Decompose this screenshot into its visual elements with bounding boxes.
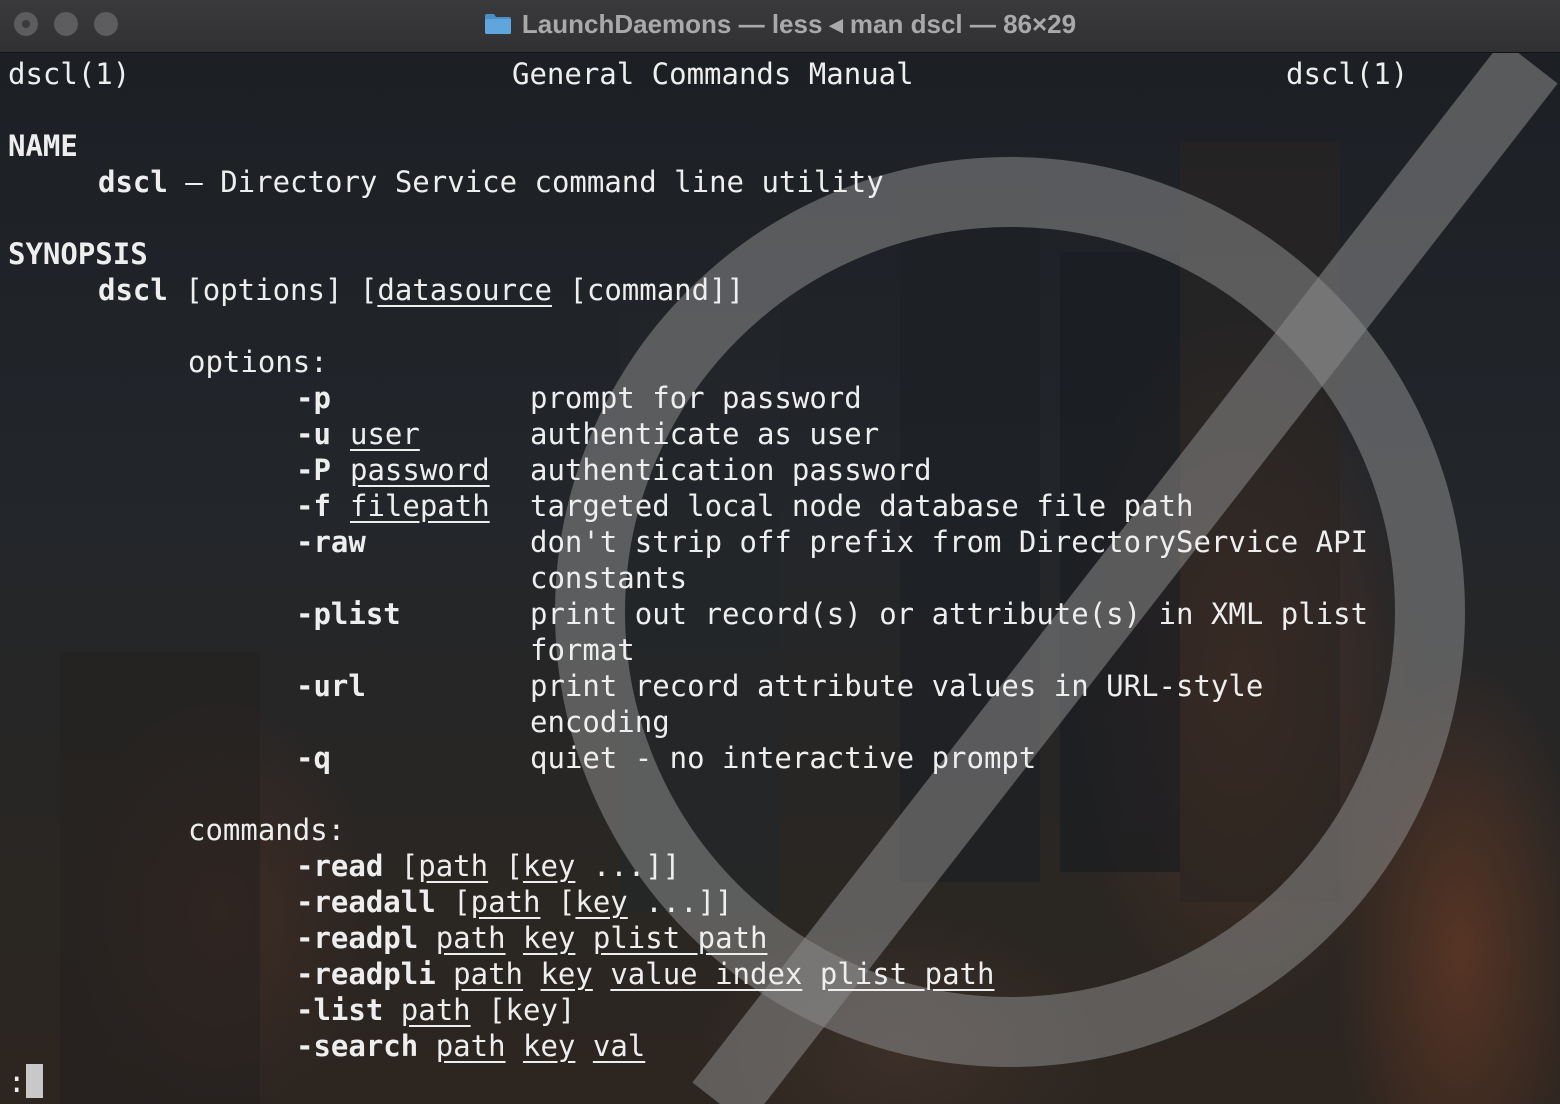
command-readpl: -readpl path key plist_path	[296, 920, 767, 956]
option-arg: user	[350, 417, 420, 451]
window-title: LaunchDaemons — less ◂ man dscl — 86×29	[521, 8, 1077, 39]
synopsis-text-2: [command]]	[551, 273, 745, 307]
command-arg: key	[523, 921, 576, 955]
command-arg: path	[435, 1029, 506, 1063]
command-arg: path	[435, 921, 506, 955]
command-text: [key]	[470, 993, 576, 1027]
option-desc-continued: constants	[530, 561, 688, 595]
command-arg: key	[523, 849, 576, 883]
man-header-left: dscl(1)	[8, 57, 131, 91]
option-desc: quiet - no interactive prompt	[530, 741, 1037, 775]
command-arg: plist_path	[819, 957, 995, 991]
option-flag: -P	[296, 453, 331, 487]
option-arg: filepath	[350, 489, 490, 523]
terminal-content[interactable]: dscl(1) General Commands Manual dscl(1) …	[0, 52, 1560, 1104]
command-arg: key	[540, 957, 593, 991]
option-desc: authenticate as user	[530, 417, 880, 451]
terminal-window: LaunchDaemons — less ◂ man dscl — 86×29 …	[0, 0, 1560, 1104]
command-search: -search path key val	[296, 1028, 645, 1064]
command-arg: path	[470, 885, 541, 919]
option-desc: print record attribute values in URL-sty…	[530, 669, 1264, 703]
name-description: – Directory Service command line utility	[167, 165, 884, 199]
synopsis-line: dscl [options] [datasource [command]]	[98, 272, 744, 308]
command-text: [	[383, 849, 419, 883]
option-flag: -u	[296, 417, 331, 451]
section-heading-name: NAME	[8, 129, 78, 163]
window-title-area: LaunchDaemons — less ◂ man dscl — 86×29	[0, 6, 1560, 42]
command-arg: key	[523, 1029, 576, 1063]
command-readall: -readall [path [key ...]]	[296, 884, 733, 920]
text-cursor	[26, 1064, 43, 1098]
synopsis-text-1: [options] [	[167, 273, 378, 307]
command-text: [	[435, 885, 471, 919]
command-read: -read [path [key ...]]	[296, 848, 680, 884]
man-header-center: General Commands Manual	[512, 57, 914, 91]
option-desc: authentication password	[530, 453, 932, 487]
command-flag: -search	[296, 1029, 419, 1063]
option-desc: targeted local node database file path	[530, 489, 1194, 523]
option-desc: don't strip off prefix from DirectorySer…	[530, 525, 1369, 559]
command-arg: path	[400, 993, 471, 1027]
command-text: ...]]	[627, 885, 733, 919]
option-flag: -raw	[296, 525, 366, 559]
name-line: dscl – Directory Service command line ut…	[98, 164, 884, 200]
command-list: -list path [key]	[296, 992, 575, 1028]
option-flag: -p	[296, 381, 331, 415]
command-flag: -readpl	[296, 921, 419, 955]
man-header-right: dscl(1)	[1286, 57, 1409, 91]
command-flag: -readpli	[296, 957, 436, 991]
synopsis-datasource: datasource	[377, 273, 552, 307]
command-arg: val	[592, 1029, 646, 1063]
options-heading: options:	[188, 345, 328, 379]
command-text: [	[488, 849, 523, 883]
option-flag: -f	[296, 489, 331, 523]
section-heading-synopsis: SYNOPSIS	[8, 237, 148, 271]
command-text: ...]]	[575, 849, 681, 883]
option-desc: prompt for password	[530, 381, 862, 415]
command-arg: path	[418, 849, 489, 883]
option-desc: print out record(s) or attribute(s) in X…	[530, 597, 1369, 631]
command-arg: path	[453, 957, 523, 991]
option-flag: -url	[296, 669, 366, 703]
synopsis-command: dscl	[98, 273, 168, 307]
less-prompt[interactable]: :	[8, 1064, 25, 1100]
folder-icon	[484, 13, 512, 35]
option-desc-continued: encoding	[530, 705, 670, 739]
command-arg: key	[575, 885, 628, 919]
option-arg: password	[350, 453, 490, 487]
title-bar: LaunchDaemons — less ◂ man dscl — 86×29	[0, 0, 1560, 53]
command-flag: -list	[296, 993, 384, 1027]
option-flag: -q	[296, 741, 331, 775]
name-command: dscl	[98, 165, 168, 199]
command-readpli: -readpli path key value_index plist_path	[296, 956, 994, 992]
option-flag: -plist	[296, 597, 401, 631]
command-arg: value_index	[610, 957, 803, 991]
commands-heading: commands:	[188, 813, 346, 847]
command-text: [	[540, 885, 576, 919]
command-arg: plist_path	[592, 921, 768, 955]
command-flag: -read	[296, 849, 384, 883]
option-desc-continued: format	[530, 633, 635, 667]
command-flag: -readall	[296, 885, 436, 919]
